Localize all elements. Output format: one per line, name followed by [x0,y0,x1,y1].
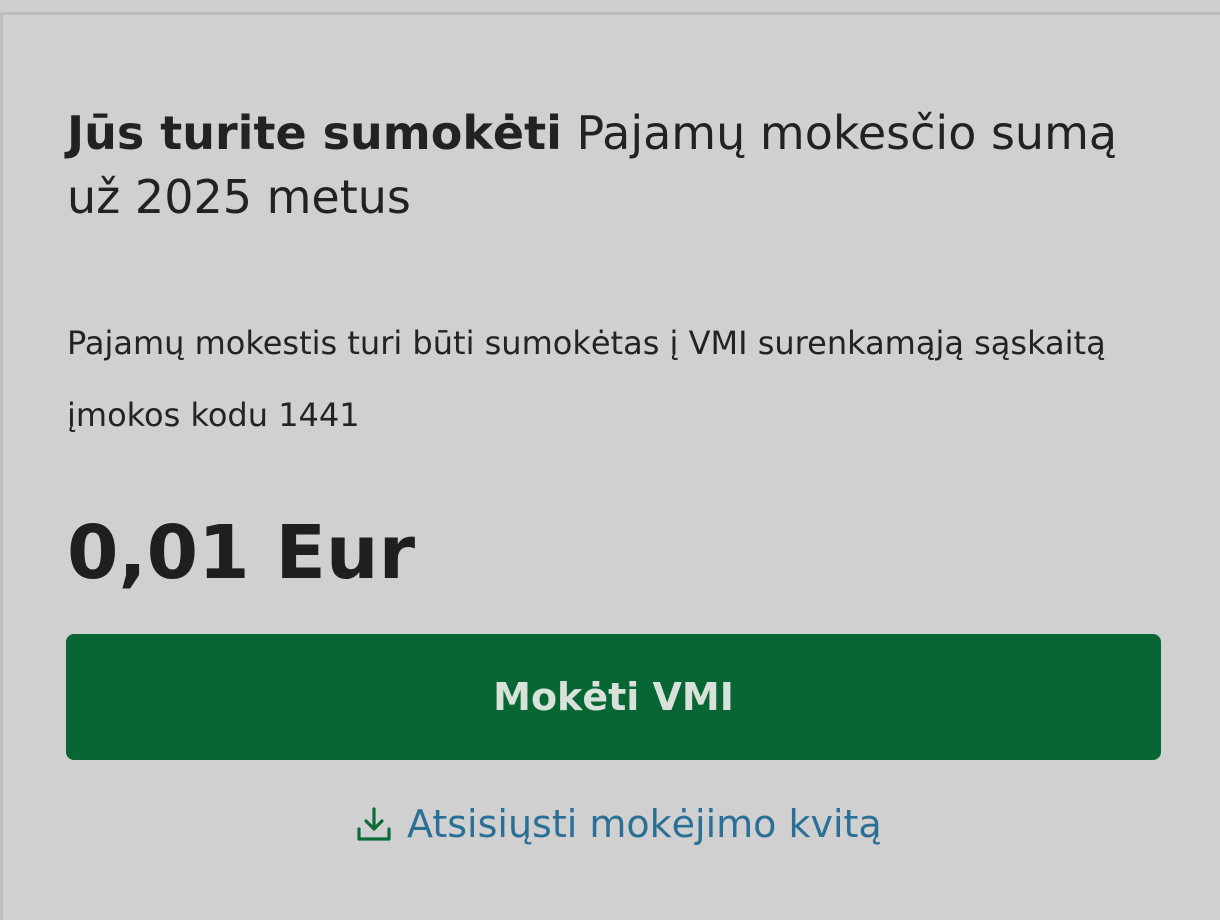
payment-card: Jūs turite sumokėti Pajamų mokesčio sumą… [0,12,1220,920]
page-title: Jūs turite sumokėti Pajamų mokesčio sumą… [67,101,1157,229]
download-receipt-link[interactable]: Atsisiųsti mokėjimo kvitą [355,799,882,849]
download-icon [355,805,393,843]
amount-due: 0,01 Eur [67,510,416,596]
pay-vmi-button[interactable]: Mokėti VMI [66,634,1161,760]
payment-description: Pajamų mokestis turi būti sumokėtas į VM… [67,324,1106,434]
title-emphasis: Jūs turite sumokėti [67,106,562,160]
download-link-label: Atsisiųsti mokėjimo kvitą [407,802,882,846]
